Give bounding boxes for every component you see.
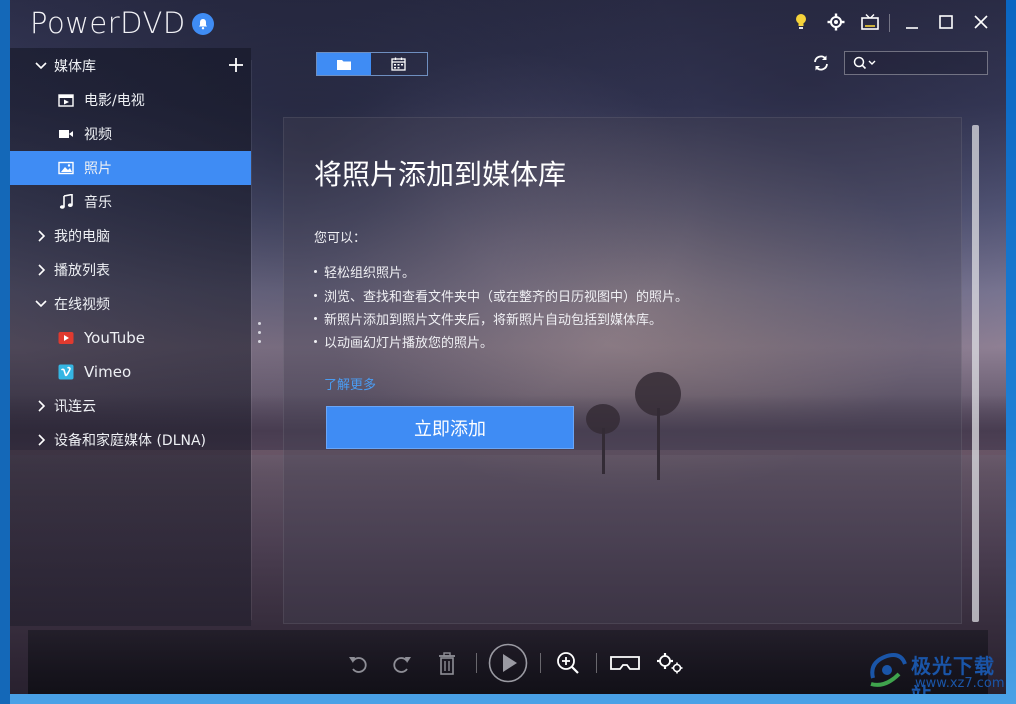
sidebar-item-cyberlink-cloud[interactable]: 讯连云 <box>10 389 251 423</box>
content-panel <box>283 117 962 624</box>
lightbulb-icon[interactable] <box>791 12 811 32</box>
list-item: 以动画幻灯片播放您的照片。 <box>314 332 493 351</box>
sidebar-item-label: YouTube <box>84 329 145 347</box>
sidebar-item-label: 音乐 <box>84 195 112 211</box>
page-title: 将照片添加到媒体库 <box>314 158 567 191</box>
sidebar-item-label: Vimeo <box>84 363 132 381</box>
movie-icon <box>58 92 74 108</box>
sidebar-item-label: 设备和家庭媒体 (DLNA) <box>54 433 207 449</box>
chevron-right-icon <box>38 230 46 242</box>
sidebar-item-movies-tv[interactable]: 电影/电视 <box>10 83 251 117</box>
view-toggle <box>316 52 428 76</box>
sidebar-item-my-computer[interactable]: 我的电脑 <box>10 219 251 253</box>
chevron-down-icon <box>35 300 47 308</box>
sidebar-item-online-video[interactable]: 在线视频 <box>10 287 251 321</box>
play-icon[interactable] <box>488 643 528 683</box>
sidebar-item-media-library[interactable]: 媒体库 <box>10 49 251 83</box>
gear-icon[interactable] <box>826 12 846 32</box>
sidebar-item-label: 照片 <box>84 161 112 177</box>
watermark-logo: 极光下载站 www.xz7.com <box>865 648 1006 694</box>
sidebar-item-label: 视频 <box>84 127 112 143</box>
sidebar-item-dlna[interactable]: 设备和家庭媒体 (DLNA) <box>10 423 251 457</box>
powerdvd-window: PowerDVD 媒体库 电影/电视 视频 照片 音乐 我的电脑 播放列表 在线… <box>10 0 1006 694</box>
sidebar-item-photos[interactable]: 照片 <box>10 151 251 185</box>
minimize-icon[interactable] <box>902 12 922 32</box>
sidebar-resize-handle[interactable] <box>258 322 262 348</box>
chevron-right-icon <box>38 264 46 276</box>
vr-headset-icon[interactable] <box>609 652 641 674</box>
settings-gears-icon[interactable] <box>655 651 685 675</box>
music-note-icon <box>58 194 74 210</box>
list-item: 新照片添加到照片文件夹后，将新照片自动包括到媒体库。 <box>314 309 662 328</box>
folder-icon <box>337 59 351 70</box>
scrollbar[interactable] <box>972 125 979 622</box>
video-camera-icon <box>58 126 74 142</box>
add-icon[interactable] <box>228 57 244 73</box>
vimeo-icon <box>58 364 74 380</box>
app-title: PowerDVD <box>30 6 186 40</box>
rotate-left-icon[interactable] <box>346 652 370 676</box>
maximize-icon[interactable] <box>936 12 956 32</box>
photo-icon <box>58 160 74 176</box>
close-icon[interactable] <box>971 12 991 32</box>
sidebar-item-music[interactable]: 音乐 <box>10 185 251 219</box>
toolbar-separator <box>540 653 541 673</box>
sidebar-item-video[interactable]: 视频 <box>10 117 251 151</box>
sidebar-item-label: 在线视频 <box>54 297 110 313</box>
toolbar-separator <box>596 653 597 673</box>
sidebar-item-playlists[interactable]: 播放列表 <box>10 253 251 287</box>
chevron-down-icon <box>35 62 47 70</box>
tv-icon[interactable] <box>860 12 880 32</box>
folder-view-button[interactable] <box>317 53 371 75</box>
add-now-button[interactable]: 立即添加 <box>326 406 574 449</box>
sidebar-divider <box>251 60 252 620</box>
refresh-icon[interactable] <box>811 53 831 73</box>
titlebar-divider <box>889 14 890 32</box>
sidebar-item-youtube[interactable]: YouTube <box>10 321 251 355</box>
chevron-right-icon <box>38 400 46 412</box>
toolbar-separator <box>476 653 477 673</box>
rotate-right-icon[interactable] <box>390 652 414 676</box>
learn-more-link[interactable]: 了解更多 <box>324 374 376 393</box>
desktop-edge <box>0 0 10 704</box>
sidebar-item-label: 讯连云 <box>54 399 96 415</box>
sidebar-item-vimeo[interactable]: Vimeo <box>10 355 251 389</box>
sidebar-item-label: 媒体库 <box>54 59 96 75</box>
search-input[interactable] <box>844 51 988 75</box>
sidebar-item-label: 我的电脑 <box>54 229 110 245</box>
calendar-icon <box>390 57 406 71</box>
search-icon[interactable] <box>853 56 877 70</box>
sidebar-item-label: 电影/电视 <box>84 93 145 109</box>
intro-text: 您可以： <box>314 231 367 246</box>
sidebar-item-label: 播放列表 <box>54 263 110 279</box>
watermark-url: www.xz7.com <box>915 676 1005 691</box>
bell-icon[interactable] <box>192 13 214 35</box>
list-item: 浏览、查找和查看文件夹中（或在整齐的日历视图中）的照片。 <box>314 286 688 305</box>
chevron-right-icon <box>38 434 46 446</box>
title-bar: PowerDVD <box>10 0 1006 48</box>
calendar-view-button[interactable] <box>371 53 425 75</box>
youtube-icon <box>58 330 74 346</box>
zoom-in-icon[interactable] <box>556 651 580 675</box>
list-item: 轻松组织照片。 <box>314 262 415 281</box>
trash-icon[interactable] <box>436 651 458 677</box>
